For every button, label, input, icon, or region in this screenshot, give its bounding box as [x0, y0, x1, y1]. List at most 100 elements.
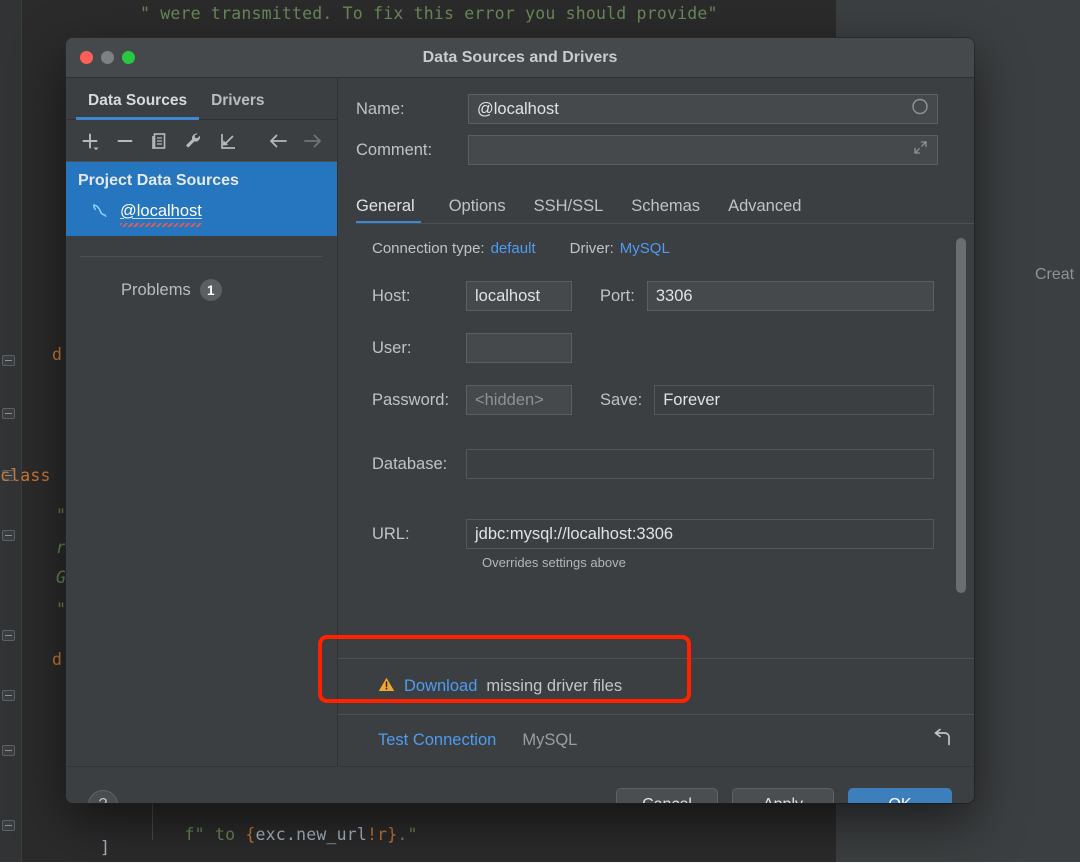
database-row: Database: — [356, 449, 934, 479]
import-arrow-icon — [218, 131, 238, 151]
problems-label: Problems — [121, 281, 191, 300]
name-input-value: @localhost — [477, 100, 559, 119]
url-label: URL: — [356, 525, 466, 544]
connection-type-value[interactable]: default — [491, 240, 536, 257]
connection-type-row: Connection type: default Driver: MySQL — [356, 240, 934, 257]
data-sources-pane: Data Sources Drivers — [66, 78, 338, 766]
user-label: User: — [356, 339, 466, 358]
minus-icon — [115, 131, 135, 151]
download-driver-link[interactable]: Download — [404, 677, 477, 696]
tab-general[interactable]: General — [356, 197, 429, 224]
database-input[interactable] — [466, 449, 934, 479]
plus-icon — [80, 131, 100, 151]
name-row: Name: @localhost — [356, 94, 938, 124]
cancel-button[interactable]: Cancel — [616, 788, 718, 804]
url-row: URL: jdbc:mysql://localhost:3306 — [356, 519, 934, 549]
scrollbar-thumb[interactable] — [956, 238, 966, 593]
data-source-label: @localhost — [120, 202, 202, 221]
password-input[interactable]: <hidden> — [466, 385, 572, 415]
tab-drivers[interactable]: Drivers — [199, 92, 276, 119]
background-code-line: " — [56, 506, 66, 525]
background-code-line: " were transmitted. To fix this error yo… — [140, 4, 718, 23]
dialog-footer: ? Cancel Apply OK — [66, 766, 974, 803]
forward-button[interactable] — [297, 126, 329, 156]
host-input[interactable]: localhost — [466, 281, 572, 311]
url-hint: Overrides settings above — [356, 555, 934, 570]
password-row: Password: <hidden> Save: Forever — [356, 385, 934, 415]
tab-schemas[interactable]: Schemas — [617, 197, 714, 224]
remove-data-source-button[interactable] — [108, 126, 140, 156]
driver-label: Driver: — [570, 240, 614, 257]
port-input[interactable]: 3306 — [647, 281, 934, 311]
dialog-titlebar[interactable]: Data Sources and Drivers — [66, 38, 974, 78]
zoom-window-button[interactable] — [122, 51, 135, 64]
tab-ssh-ssl[interactable]: SSH/SSL — [520, 197, 618, 224]
driver-value[interactable]: MySQL — [620, 240, 670, 257]
tab-advanced[interactable]: Advanced — [714, 197, 815, 224]
warning-triangle-icon — [378, 676, 395, 698]
data-sources-toolbar — [66, 120, 337, 162]
settings-tabs: General Options SSH/SSL Schemas Advanced — [356, 188, 974, 224]
problems-row[interactable]: Problems 1 — [66, 257, 337, 301]
url-input[interactable]: jdbc:mysql://localhost:3306 — [466, 519, 934, 549]
arrow-left-icon — [267, 131, 289, 151]
test-connection-link[interactable]: Test Connection — [378, 731, 496, 750]
background-code-token: } — [387, 825, 397, 844]
apply-button[interactable]: Apply — [732, 788, 834, 804]
download-driver-rest-text: missing driver files — [486, 677, 622, 696]
background-code-token: exc — [256, 825, 286, 844]
data-sources-and-drivers-dialog: Data Sources and Drivers Data Sources Dr… — [66, 38, 974, 803]
database-label: Database: — [356, 455, 466, 474]
background-code-line: " — [56, 600, 66, 619]
tree-item-localhost[interactable]: @localhost — [66, 196, 337, 228]
background-code-token: to — [205, 825, 246, 844]
dialog-title: Data Sources and Drivers — [66, 49, 974, 67]
tree-group-project-data-sources[interactable]: Project Data Sources @localhost — [66, 162, 337, 236]
background-code-line: r — [56, 538, 66, 557]
help-button[interactable]: ? — [88, 790, 118, 804]
background-code-token: . — [286, 825, 296, 844]
save-label: Save: — [572, 391, 654, 410]
port-label: Port: — [572, 287, 647, 306]
background-code-token: !r — [367, 825, 387, 844]
mysql-dolphin-icon — [90, 200, 112, 222]
ok-button[interactable]: OK — [848, 788, 952, 804]
pane-tabs: Data Sources Drivers — [66, 78, 337, 120]
window-controls — [80, 51, 135, 64]
password-label: Password: — [356, 391, 466, 410]
editor-gutter — [0, 0, 22, 862]
background-code-token: f" — [185, 825, 205, 844]
tab-data-sources[interactable]: Data Sources — [76, 92, 199, 119]
expand-icon[interactable] — [912, 139, 929, 161]
background-code-line: G — [56, 568, 66, 587]
arrow-right-icon — [302, 131, 324, 151]
identity-fields: Name: @localhost Comment: — [338, 78, 974, 176]
connection-type-label: Connection type: — [372, 240, 485, 257]
driver-status-label: MySQL — [522, 731, 577, 750]
duplicate-data-source-button[interactable] — [143, 126, 175, 156]
back-button[interactable] — [262, 126, 294, 156]
background-code-bracket: ] — [100, 838, 110, 857]
ide-right-panel-label: Creat — [1035, 266, 1074, 284]
settings-scrollbar[interactable] — [956, 230, 966, 650]
background-code-line: class — [0, 466, 51, 485]
minimize-window-button[interactable] — [101, 51, 114, 64]
name-input[interactable]: @localhost — [468, 94, 938, 124]
tab-options[interactable]: Options — [435, 197, 520, 224]
comment-input[interactable] — [468, 135, 938, 165]
name-label: Name: — [356, 100, 468, 119]
add-data-source-button[interactable] — [74, 126, 106, 156]
revert-arrow-icon[interactable] — [930, 727, 954, 754]
import-button[interactable] — [212, 126, 244, 156]
error-squiggle — [120, 223, 202, 227]
save-select[interactable]: Forever — [654, 385, 934, 415]
properties-button[interactable] — [177, 126, 209, 156]
host-port-row: Host: localhost Port: 3306 — [356, 281, 934, 311]
color-swatch-icon[interactable] — [911, 98, 929, 121]
wrench-icon — [183, 131, 203, 151]
background-code-line: d — [52, 345, 62, 364]
comment-row: Comment: — [356, 135, 938, 165]
user-input[interactable] — [466, 333, 572, 363]
tree-group-label: Project Data Sources — [66, 168, 337, 196]
close-window-button[interactable] — [80, 51, 93, 64]
